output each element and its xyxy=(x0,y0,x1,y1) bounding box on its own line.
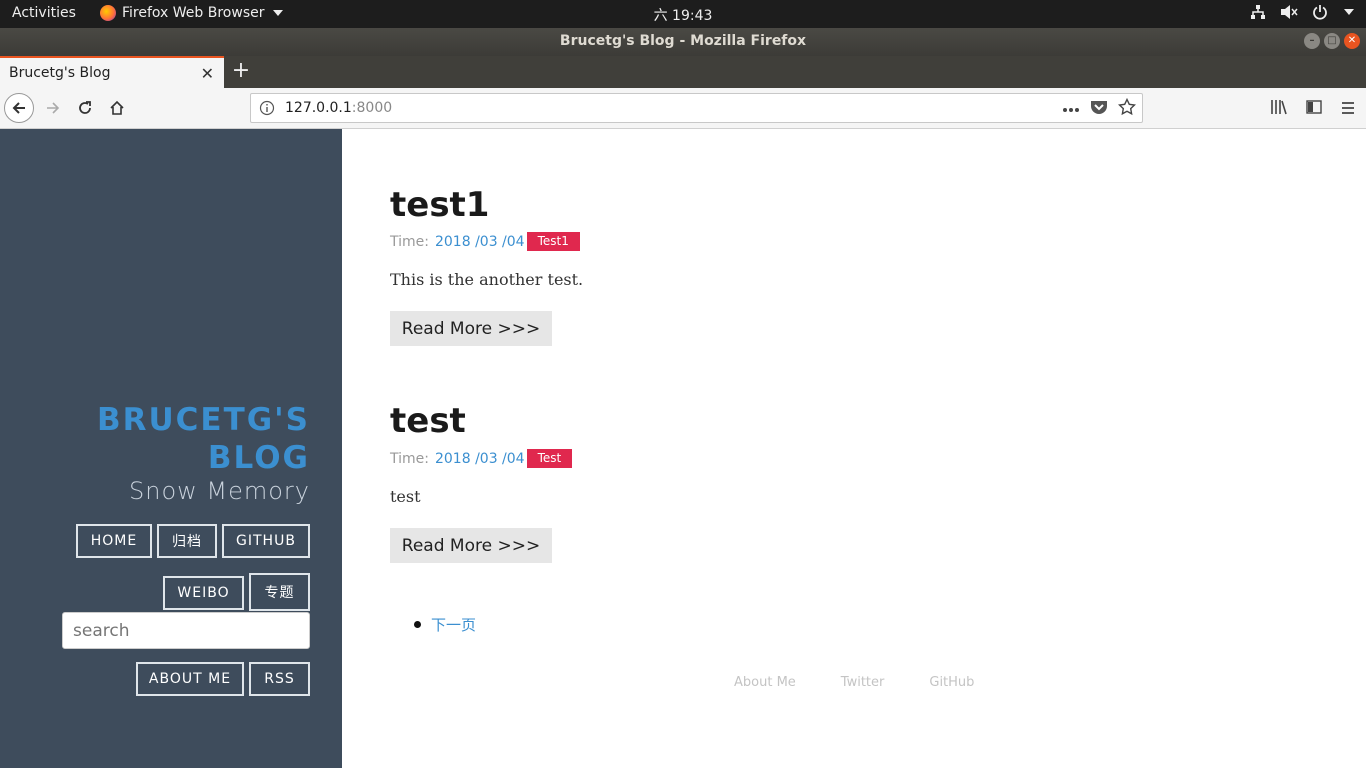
nav-rss-button[interactable]: RSS xyxy=(249,662,310,696)
time-label: Time: xyxy=(390,233,429,250)
tab-strip: Brucetg's Blog ✕ + xyxy=(0,56,1366,88)
blog-tagline: Snow Memory xyxy=(129,477,310,505)
window-title: Brucetg's Blog - Mozilla Firefox xyxy=(559,33,807,49)
arrow-left-icon xyxy=(12,102,25,114)
next-page-link[interactable]: 下一页 xyxy=(431,614,476,635)
tab-title: Brucetg's Blog xyxy=(9,65,111,81)
reload-button[interactable] xyxy=(70,93,100,123)
forward-button[interactable] xyxy=(38,93,68,123)
back-button[interactable] xyxy=(4,93,34,123)
post-list: test1 Time: 2018 /03 /04 Test1 This is t… xyxy=(342,129,1366,768)
post-meta: Time: 2018 /03 /04 Test xyxy=(390,449,573,468)
library-icon[interactable] xyxy=(1270,99,1288,119)
post-date[interactable]: 2018 /03 /04 xyxy=(435,234,525,250)
home-button[interactable] xyxy=(102,93,132,123)
system-tray[interactable] xyxy=(1250,4,1354,20)
post-title[interactable]: test xyxy=(390,401,466,441)
chevron-down-icon[interactable] xyxy=(1344,9,1354,15)
new-tab-button[interactable]: + xyxy=(230,58,252,83)
arrow-right-icon xyxy=(47,102,60,114)
footer-github-link[interactable]: GitHub xyxy=(929,675,974,690)
read-more-button[interactable]: Read More >>> xyxy=(390,311,552,346)
chevron-down-icon xyxy=(272,10,283,16)
post-excerpt: This is the another test. xyxy=(390,270,584,289)
pocket-icon[interactable] xyxy=(1090,99,1108,119)
post-title[interactable]: test1 xyxy=(390,185,489,225)
nav-weibo-button[interactable]: WEIBO xyxy=(163,576,244,610)
reload-icon xyxy=(79,101,91,114)
brand-line-2: BLOG xyxy=(207,440,310,476)
network-icon[interactable] xyxy=(1250,4,1266,20)
url-port: :8000 xyxy=(351,100,393,116)
url-text[interactable]: 127.0.0.1:8000 xyxy=(285,100,392,116)
home-icon xyxy=(110,100,124,115)
nav-home-button[interactable]: HOME xyxy=(76,524,152,558)
brand-line-1: BRUCETG'S xyxy=(96,402,310,438)
tab-brucetgs-blog[interactable]: Brucetg's Blog ✕ xyxy=(0,56,224,88)
pagination: 下一页 xyxy=(414,614,476,635)
nav-topics-button[interactable]: 专题 xyxy=(249,573,310,611)
app-menu[interactable]: Firefox Web Browser xyxy=(100,5,283,21)
minimize-button[interactable]: – xyxy=(1304,33,1320,49)
activities-button[interactable]: Activities xyxy=(12,5,76,21)
bookmark-star-icon[interactable] xyxy=(1117,97,1137,120)
system-top-bar: Activities Firefox Web Browser 六 19:43 xyxy=(0,0,1366,28)
page-actions-icon[interactable] xyxy=(1062,101,1080,117)
close-window-button[interactable]: ✕ xyxy=(1344,33,1360,49)
page-viewport: BRUCETG'S BLOG Snow Memory HOME 归档 GITHU… xyxy=(0,129,1366,768)
post-tag[interactable]: Test1 xyxy=(526,232,580,251)
read-more-button[interactable]: Read More >>> xyxy=(390,528,552,563)
firefox-icon xyxy=(100,5,116,21)
close-icon[interactable]: ✕ xyxy=(201,64,214,83)
post-meta: Time: 2018 /03 /04 Test1 xyxy=(390,232,580,251)
power-icon[interactable] xyxy=(1312,4,1328,20)
time-label: Time: xyxy=(390,450,429,467)
list-bullet xyxy=(414,621,421,628)
nav-toolbar: 127.0.0.1:8000 xyxy=(0,88,1366,129)
blog-brand[interactable]: BRUCETG'S BLOG xyxy=(50,401,310,477)
post-tag[interactable]: Test xyxy=(526,449,573,468)
footer-twitter-link[interactable]: Twitter xyxy=(841,675,885,690)
blog-sidebar: BRUCETG'S BLOG Snow Memory HOME 归档 GITHU… xyxy=(0,129,342,768)
app-menu-label: Firefox Web Browser xyxy=(122,5,265,21)
page-footer: About Me Twitter GitHub xyxy=(734,675,974,690)
volume-muted-icon[interactable] xyxy=(1280,4,1298,20)
url-host: 127.0.0.1 xyxy=(285,100,352,116)
info-icon[interactable] xyxy=(259,100,275,120)
window-title-bar: Brucetg's Blog - Mozilla Firefox – □ ✕ xyxy=(0,28,1366,56)
hamburger-menu-icon[interactable] xyxy=(1340,100,1356,119)
window-controls: – □ ✕ xyxy=(1304,33,1360,49)
post-date[interactable]: 2018 /03 /04 xyxy=(435,451,525,467)
maximize-button[interactable]: □ xyxy=(1324,33,1340,49)
nav-github-button[interactable]: GITHUB xyxy=(222,524,310,558)
search-input[interactable] xyxy=(62,612,310,649)
toolbar-right xyxy=(1270,99,1356,119)
url-tools xyxy=(1062,97,1137,120)
nav-archive-button[interactable]: 归档 xyxy=(157,524,217,558)
url-bar[interactable]: 127.0.0.1:8000 xyxy=(250,93,1143,123)
nav-about-button[interactable]: ABOUT ME xyxy=(136,662,244,696)
post-excerpt: test xyxy=(390,487,421,506)
footer-about-link[interactable]: About Me xyxy=(734,675,796,690)
sidebar-toggle-icon[interactable] xyxy=(1306,99,1322,119)
